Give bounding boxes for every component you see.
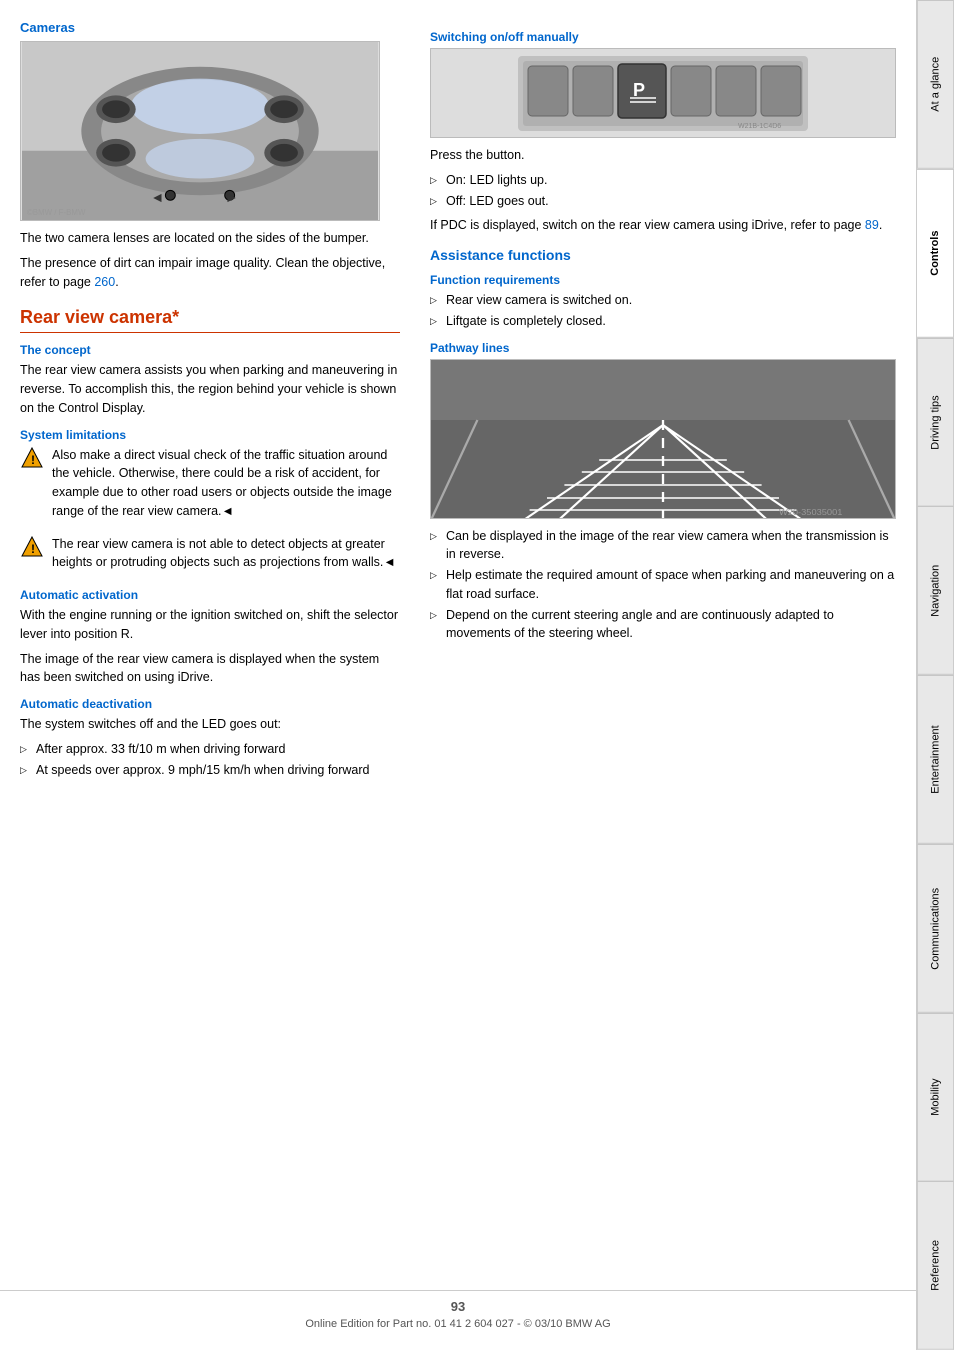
pathway-bullet-3: Depend on the current steering angle and… bbox=[430, 606, 896, 644]
cameras-desc2: The presence of dirt can impair image qu… bbox=[20, 254, 400, 292]
cameras-section: Cameras bbox=[20, 20, 400, 291]
copyright-text: Online Edition for Part no. 01 41 2 604 … bbox=[305, 1318, 610, 1330]
pdc-note: If PDC is displayed, switch on the rear … bbox=[430, 216, 896, 235]
warning-block-1: ! Also make a direct visual check of the… bbox=[20, 446, 400, 527]
page-number: 93 bbox=[0, 1299, 916, 1314]
sidebar-tab-driving-tips[interactable]: Driving tips bbox=[917, 338, 954, 507]
cameras-heading: Cameras bbox=[20, 20, 400, 35]
button-panel-image: P W21B-1C4D6 bbox=[430, 48, 896, 138]
car-diagram-svg: ◄ ► ©BMW / F-BMW bbox=[21, 42, 379, 220]
concept-text: The rear view camera assists you when pa… bbox=[20, 361, 400, 417]
function-requirements-heading: Function requirements bbox=[430, 273, 896, 287]
sidebar-tab-navigation[interactable]: Navigation bbox=[917, 506, 954, 675]
svg-text:!: ! bbox=[31, 453, 35, 467]
page-footer: 93 Online Edition for Part no. 01 41 2 6… bbox=[0, 1290, 916, 1330]
left-column: Cameras bbox=[20, 20, 400, 1330]
pathway-bullets: Can be displayed in the image of the rea… bbox=[430, 527, 896, 644]
press-button-text: Press the button. bbox=[430, 146, 896, 165]
warning-text-2: The rear view camera is not able to dete… bbox=[52, 535, 400, 573]
right-column: Switching on/off manually P bbox=[430, 20, 896, 1330]
svg-text:◄: ◄ bbox=[151, 189, 165, 205]
deactivation-bullet-2: At speeds over approx. 9 mph/15 km/h whe… bbox=[20, 761, 400, 780]
system-limitations-heading: System limitations bbox=[20, 428, 400, 442]
deactivation-bullet-1: After approx. 33 ft/10 m when driving fo… bbox=[20, 740, 400, 759]
warning-text-1: Also make a direct visual check of the t… bbox=[52, 446, 400, 521]
auto-deactivation-list: After approx. 33 ft/10 m when driving fo… bbox=[20, 740, 400, 780]
svg-text:!: ! bbox=[31, 542, 35, 556]
concept-heading: The concept bbox=[20, 343, 400, 357]
pdc-page-link[interactable]: 89 bbox=[865, 218, 879, 232]
pathway-lines-image: W20-35035001 bbox=[430, 359, 896, 519]
function-requirements-list: Rear view camera is switched on. Liftgat… bbox=[430, 291, 896, 331]
req-bullet-1: Rear view camera is switched on. bbox=[430, 291, 896, 310]
led-list: On: LED lights up. Off: LED goes out. bbox=[430, 171, 896, 211]
sidebar-tab-reference[interactable]: Reference bbox=[917, 1181, 954, 1350]
sidebar-tab-controls[interactable]: Controls bbox=[917, 169, 954, 338]
svg-text:W20-35035001: W20-35035001 bbox=[779, 507, 843, 516]
sidebar-tab-communications[interactable]: Communications bbox=[917, 844, 954, 1013]
pathway-bullet-2: Help estimate the required amount of spa… bbox=[430, 566, 896, 604]
svg-text:©BMW / F-BMW: ©BMW / F-BMW bbox=[27, 208, 86, 217]
warning-icon-2: ! bbox=[20, 535, 44, 559]
switch-section: Switching on/off manually P bbox=[430, 30, 896, 235]
pathway-svg: W20-35035001 bbox=[431, 360, 895, 519]
svg-text:►: ► bbox=[225, 189, 239, 205]
cameras-page-link[interactable]: 260 bbox=[94, 275, 115, 289]
req-bullet-2: Liftgate is completely closed. bbox=[430, 312, 896, 331]
rear-view-section: Rear view camera* The concept The rear v… bbox=[20, 307, 400, 779]
svg-text:P: P bbox=[633, 80, 645, 100]
button-panel-svg: P W21B-1C4D6 bbox=[518, 56, 808, 131]
sidebar: At a glance Controls Driving tips Naviga… bbox=[916, 0, 954, 1350]
cameras-desc1: The two camera lenses are located on the… bbox=[20, 229, 400, 248]
on-led: On: LED lights up. bbox=[430, 171, 896, 190]
auto-activation-text2: The image of the rear view camera is dis… bbox=[20, 650, 400, 688]
sidebar-tab-at-a-glance[interactable]: At a glance bbox=[917, 0, 954, 169]
warning-icon-1: ! bbox=[20, 446, 44, 470]
assistance-functions-heading: Assistance functions bbox=[430, 247, 896, 263]
pathway-bullet-1: Can be displayed in the image of the rea… bbox=[430, 527, 896, 565]
auto-deactivation-heading: Automatic deactivation bbox=[20, 697, 400, 711]
assistance-section: Assistance functions Function requiremen… bbox=[430, 247, 896, 643]
auto-deactivation-intro: The system switches off and the LED goes… bbox=[20, 715, 400, 734]
pathway-lines-heading: Pathway lines bbox=[430, 341, 896, 355]
svg-text:W21B-1C4D6: W21B-1C4D6 bbox=[738, 123, 781, 130]
sidebar-tab-mobility[interactable]: Mobility bbox=[917, 1013, 954, 1182]
sidebar-tab-entertainment[interactable]: Entertainment bbox=[917, 675, 954, 844]
rear-view-heading: Rear view camera* bbox=[20, 307, 400, 333]
auto-activation-text1: With the engine running or the ignition … bbox=[20, 606, 400, 644]
warning-block-2: ! The rear view camera is not able to de… bbox=[20, 535, 400, 579]
off-led: Off: LED goes out. bbox=[430, 192, 896, 211]
cameras-image: ◄ ► ©BMW / F-BMW bbox=[20, 41, 380, 221]
switch-on-off-heading: Switching on/off manually bbox=[430, 30, 896, 44]
auto-activation-heading: Automatic activation bbox=[20, 588, 400, 602]
